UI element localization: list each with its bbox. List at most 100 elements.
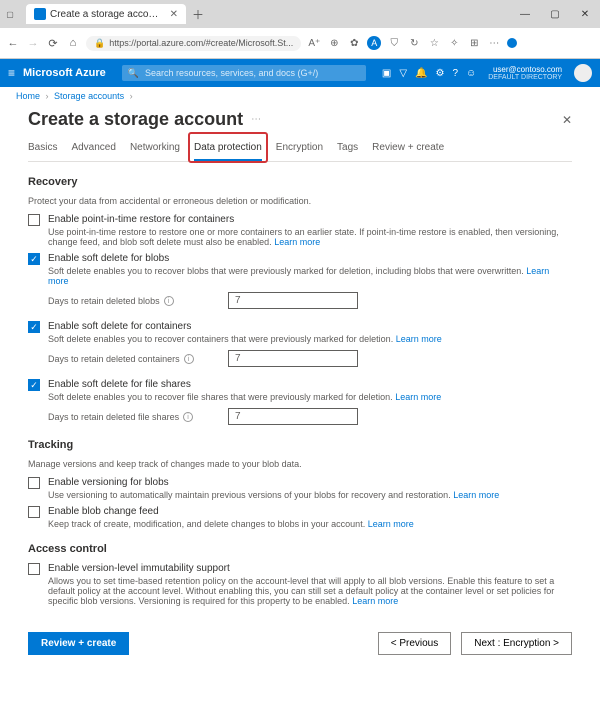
info-icon[interactable]: i: [183, 412, 193, 422]
azure-portal-header: ≡ Microsoft Azure 🔍 ▣ ▽ 🔔 ⚙ ? ☺ user@con…: [0, 59, 600, 87]
checkbox-changefeed[interactable]: [28, 506, 40, 518]
immutability-label: Enable version-level immutability suppor…: [48, 563, 572, 574]
user-menu[interactable]: user@contoso.com DEFAULT DIRECTORY: [488, 66, 562, 81]
learn-more-link[interactable]: Learn more: [395, 392, 441, 402]
checkbox-soft-delete-containers[interactable]: ✓: [28, 321, 40, 333]
user-directory: DEFAULT DIRECTORY: [488, 74, 562, 81]
search-icon[interactable]: ⊕: [327, 38, 341, 49]
learn-more-link[interactable]: Learn more: [352, 596, 398, 606]
browser-tab[interactable]: Create a storage account - Micr... ✕: [26, 4, 186, 24]
tab-review-create[interactable]: Review + create: [372, 136, 444, 161]
cloud-shell-icon[interactable]: ▣: [382, 68, 391, 79]
address-bar[interactable]: 🔒 https://portal.azure.com/#create/Micro…: [86, 36, 301, 51]
soft-delete-fileshares-label: Enable soft delete for file shares: [48, 379, 572, 390]
favorites-icon[interactable]: ☆: [427, 38, 441, 49]
checkbox-immutability[interactable]: [28, 563, 40, 575]
notifications-icon[interactable]: 🔔: [415, 68, 427, 79]
wizard-tabs: Basics Advanced Networking Data protecti…: [28, 136, 572, 162]
close-tab-icon[interactable]: ✕: [170, 9, 178, 20]
azure-favicon-icon: [34, 8, 46, 20]
fileshare-days-label: Days to retain deleted file shares i: [48, 412, 228, 422]
container-days-label: Days to retain deleted containers i: [48, 354, 228, 364]
learn-more-link[interactable]: Learn more: [274, 237, 320, 247]
refresh-button[interactable]: ⟳: [46, 37, 60, 50]
azure-brand[interactable]: Microsoft Azure: [23, 67, 106, 79]
page-title: Create a storage account: [28, 109, 243, 130]
tab-encryption[interactable]: Encryption: [276, 136, 323, 161]
shopping-icon[interactable]: ✿: [347, 38, 361, 49]
tab-basics[interactable]: Basics: [28, 136, 57, 161]
checkbox-pit-restore[interactable]: [28, 214, 40, 226]
checkbox-soft-delete-fileshares[interactable]: ✓: [28, 379, 40, 391]
pit-restore-label: Enable point-in-time restore for contain…: [48, 214, 572, 225]
settings-icon[interactable]: ⚙: [435, 68, 444, 79]
home-button[interactable]: ⌂: [66, 37, 80, 49]
directory-filter-icon[interactable]: ▽: [399, 68, 407, 79]
tab-data-protection[interactable]: Data protection: [194, 136, 262, 161]
blob-days-label: Days to retain deleted blobs i: [48, 296, 228, 306]
chevron-right-icon: ›: [46, 91, 49, 101]
window-close-button[interactable]: ✕: [570, 9, 600, 20]
more-actions-icon[interactable]: ⋯: [251, 114, 262, 125]
container-days-input[interactable]: [228, 350, 358, 367]
tab-networking[interactable]: Networking: [130, 136, 180, 161]
access-heading: Access control: [28, 543, 572, 555]
blob-days-input[interactable]: [228, 292, 358, 309]
breadcrumb-home[interactable]: Home: [16, 91, 40, 101]
breadcrumb-storage-accounts[interactable]: Storage accounts: [54, 91, 124, 101]
previous-button[interactable]: < Previous: [378, 632, 452, 655]
read-aloud-icon[interactable]: A⁺: [307, 38, 321, 49]
learn-more-link[interactable]: Learn more: [396, 334, 442, 344]
browser-profile-icon[interactable]: [507, 38, 517, 48]
checkbox-soft-delete-blobs[interactable]: ✓: [28, 253, 40, 265]
avatar[interactable]: [574, 64, 592, 82]
browser-tab-title: Create a storage account - Micr...: [50, 9, 164, 20]
new-tab-button[interactable]: ＋: [192, 6, 204, 23]
changefeed-help: Keep track of create, modification, and …: [48, 519, 572, 529]
soft-delete-containers-label: Enable soft delete for containers: [48, 321, 572, 332]
soft-delete-blobs-label: Enable soft delete for blobs: [48, 253, 572, 264]
review-create-button[interactable]: Review + create: [28, 632, 129, 655]
learn-more-link[interactable]: Learn more: [453, 490, 499, 500]
soft-delete-containers-help: Soft delete enables you to recover conta…: [48, 334, 572, 344]
feedback-icon[interactable]: ☺: [466, 68, 476, 79]
page-content: Create a storage account ⋯ ✕ Basics Adva…: [0, 105, 600, 707]
immutability-help: Allows you to set time-based retention p…: [48, 576, 572, 606]
changefeed-label: Enable blob change feed: [48, 506, 572, 517]
tab-tags[interactable]: Tags: [337, 136, 358, 161]
tab-actions-icon[interactable]: ▢: [4, 8, 16, 20]
window-maximize-button[interactable]: ▢: [540, 9, 570, 20]
next-button[interactable]: Next : Encryption >: [461, 632, 572, 655]
wizard-footer: Review + create < Previous Next : Encryp…: [28, 622, 572, 655]
extensions-icon[interactable]: ✧: [447, 38, 461, 49]
tracking-desc: Manage versions and keep track of change…: [28, 459, 572, 469]
window-minimize-button[interactable]: —: [510, 9, 540, 20]
user-email: user@contoso.com: [493, 66, 562, 74]
ellipsis-icon[interactable]: ⋯: [487, 38, 501, 49]
checkbox-versioning[interactable]: [28, 477, 40, 489]
info-icon[interactable]: i: [164, 296, 174, 306]
help-icon[interactable]: ?: [452, 68, 458, 79]
close-blade-icon[interactable]: ✕: [562, 113, 572, 127]
browser-chrome: ▢ Create a storage account - Micr... ✕ ＋…: [0, 0, 600, 59]
shield-icon[interactable]: ⛉: [387, 38, 401, 49]
profile-badge-icon[interactable]: A: [367, 36, 381, 50]
info-icon[interactable]: i: [184, 354, 194, 364]
forward-button[interactable]: →: [26, 37, 40, 49]
versioning-help: Use versioning to automatically maintain…: [48, 490, 572, 500]
recovery-section: Recovery Protect your data from accident…: [28, 176, 572, 425]
tab-advanced[interactable]: Advanced: [71, 136, 115, 161]
menu-icon[interactable]: ≡: [8, 66, 15, 80]
learn-more-link[interactable]: Learn more: [368, 519, 414, 529]
back-button[interactable]: ←: [6, 37, 20, 49]
azure-search-box[interactable]: 🔍: [122, 65, 366, 81]
sync-icon[interactable]: ↻: [407, 38, 421, 49]
recovery-heading: Recovery: [28, 176, 572, 188]
collections-icon[interactable]: ⊞: [467, 38, 481, 49]
browser-toolbar: ← → ⟳ ⌂ 🔒 https://portal.azure.com/#crea…: [0, 28, 600, 58]
chevron-right-icon: ›: [130, 91, 133, 101]
fileshare-days-input[interactable]: [228, 408, 358, 425]
tracking-section: Tracking Manage versions and keep track …: [28, 439, 572, 529]
azure-search-input[interactable]: [143, 67, 360, 79]
soft-delete-fileshares-help: Soft delete enables you to recover file …: [48, 392, 572, 402]
